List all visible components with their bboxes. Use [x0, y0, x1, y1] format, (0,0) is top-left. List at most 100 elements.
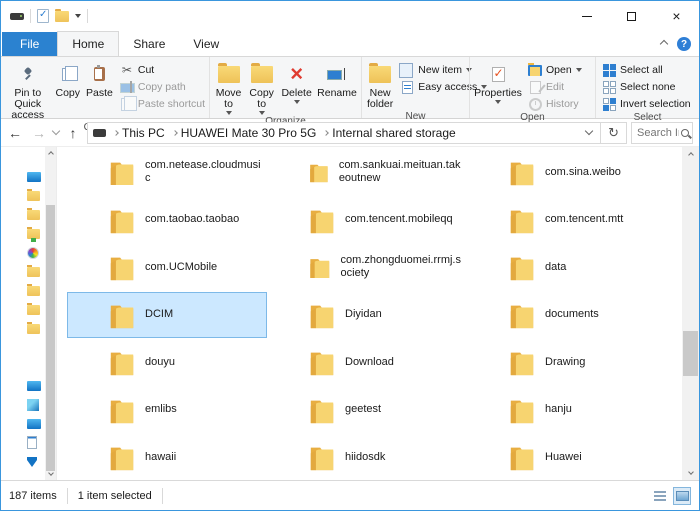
- refresh-button[interactable]: ↻: [600, 123, 626, 143]
- navigation-tree-item[interactable]: [27, 322, 41, 335]
- pin-to-quick-access-button[interactable]: Pin to Quick access: [3, 59, 53, 121]
- minimize-ribbon-icon[interactable]: [660, 40, 668, 48]
- address-dropdown-icon[interactable]: [585, 127, 593, 135]
- folder-tile[interactable]: com.taobao.taobao: [67, 197, 267, 243]
- help-icon[interactable]: ?: [677, 37, 691, 51]
- copy-button[interactable]: Copy: [53, 59, 84, 99]
- checked-window-icon[interactable]: [37, 9, 49, 23]
- navigation-tree-item[interactable]: [27, 151, 41, 164]
- folder-name: com.sankuai.meituan.takeoutnew: [339, 159, 466, 185]
- tab-home[interactable]: Home: [57, 31, 119, 56]
- folder-tile[interactable]: com.tencent.mtt: [467, 197, 667, 243]
- tab-share[interactable]: Share: [119, 32, 179, 56]
- folder-tile[interactable]: com.zhongduomei.rrmj.society: [267, 244, 467, 290]
- navigation-tree-item[interactable]: [27, 436, 41, 449]
- navigation-tree-item[interactable]: [27, 341, 41, 354]
- cut-button[interactable]: ✂ Cut: [120, 63, 205, 77]
- navigation-tree-item[interactable]: [27, 360, 41, 373]
- qat-separator: [87, 9, 88, 23]
- navigation-tree-item[interactable]: [27, 303, 41, 316]
- qat-dropdown-icon[interactable]: [75, 14, 81, 18]
- rename-icon: [327, 68, 347, 80]
- folder-tile[interactable]: documents: [467, 292, 667, 338]
- details-view-button[interactable]: [651, 487, 669, 505]
- breadcrumb-chevron-icon: [323, 130, 329, 136]
- delete-button[interactable]: × Delete: [278, 59, 315, 104]
- new-folder-button[interactable]: New folder: [364, 59, 396, 110]
- content-scrollbar[interactable]: [682, 147, 699, 480]
- search-input[interactable]: [637, 127, 679, 139]
- folder-tile[interactable]: com.UCMobile: [67, 244, 267, 290]
- sidebar-scrollbar-thumb[interactable]: [46, 205, 55, 471]
- navigation-pane[interactable]: [1, 147, 57, 480]
- navigation-tree-item[interactable]: [27, 189, 41, 202]
- folder-tile[interactable]: hawaii: [67, 434, 267, 480]
- drive-icon[interactable]: [10, 13, 24, 20]
- sidebar-scroll-down-icon[interactable]: [47, 474, 54, 475]
- breadcrumb-segment[interactable]: Internal shared storage: [318, 126, 457, 140]
- folder-tile[interactable]: com.tencent.mobileqq: [267, 197, 467, 243]
- navigation-tree-item[interactable]: [27, 246, 41, 259]
- minimize-icon: [582, 16, 592, 17]
- navigation-tree-item[interactable]: [27, 398, 41, 411]
- navigation-tree-item[interactable]: [27, 379, 41, 392]
- folder-name: emlibs: [145, 403, 177, 416]
- close-button[interactable]: ×: [654, 1, 699, 31]
- folder-tile[interactable]: com.netease.cloudmusic: [67, 149, 267, 195]
- rename-button[interactable]: Rename: [315, 59, 359, 99]
- folder-tile[interactable]: data: [467, 244, 667, 290]
- maximize-button[interactable]: [609, 1, 654, 31]
- content-scrollbar-thumb[interactable]: [683, 331, 698, 376]
- file-list[interactable]: com.netease.cloudmusic com.sankuai.meitu…: [57, 147, 699, 480]
- folder-tile[interactable]: douyu: [67, 339, 267, 385]
- navigation-tree-item[interactable]: [27, 227, 41, 240]
- folder-tile[interactable]: hanju: [467, 387, 667, 433]
- titlebar[interactable]: ×: [1, 1, 699, 31]
- folder-tile[interactable]: Drawing: [467, 339, 667, 385]
- breadcrumb[interactable]: This PC HUAWEI Mate 30 Pro 5G Internal s…: [87, 122, 627, 144]
- folder-icon[interactable]: [55, 11, 69, 22]
- copy-to-button[interactable]: Copy to: [245, 59, 278, 115]
- breadcrumb-segment-label: Internal shared storage: [332, 126, 455, 140]
- content-scroll-down-icon[interactable]: [687, 473, 694, 474]
- edit-button[interactable]: Edit: [528, 80, 582, 94]
- copy-path-button[interactable]: Copy path: [120, 80, 205, 94]
- select-none-button[interactable]: Select none: [602, 80, 691, 94]
- sidebar-scroll-up-icon[interactable]: [47, 152, 54, 156]
- folder-tile[interactable]: Download: [267, 339, 467, 385]
- paste-button[interactable]: Paste: [83, 59, 116, 99]
- navigation-tree-item[interactable]: [27, 284, 41, 297]
- navigation-tree-item[interactable]: [27, 417, 41, 430]
- navigation-tree-item[interactable]: [27, 208, 41, 221]
- thumbnails-view-button[interactable]: [673, 487, 691, 505]
- minimize-button[interactable]: [564, 1, 609, 31]
- folder-tile[interactable]: com.sankuai.meituan.takeoutnew: [267, 149, 467, 195]
- content-scroll-up-icon[interactable]: [687, 153, 694, 157]
- tab-file[interactable]: File: [2, 32, 57, 56]
- invert-selection-button[interactable]: Invert selection: [602, 97, 691, 111]
- folder-tile[interactable]: DCIM: [67, 292, 267, 338]
- paste-shortcut-button[interactable]: Paste shortcut: [120, 97, 205, 111]
- breadcrumb-chevron-icon: [172, 130, 178, 136]
- folder-tile[interactable]: com.sina.weibo: [467, 149, 667, 195]
- navigation-tree-icons: [27, 151, 41, 468]
- folder-tile[interactable]: hiidosdk: [267, 434, 467, 480]
- navigation-tree-item[interactable]: [27, 265, 41, 278]
- folder-tile[interactable]: Huawei: [467, 434, 667, 480]
- history-button[interactable]: History: [528, 97, 582, 111]
- move-to-button[interactable]: Move to: [212, 59, 245, 115]
- tab-view[interactable]: View: [179, 32, 233, 56]
- properties-button[interactable]: Properties: [472, 59, 524, 104]
- navigation-tree-item[interactable]: [27, 455, 41, 468]
- open-button[interactable]: Open: [528, 63, 582, 77]
- navigation-tree-item[interactable]: [27, 170, 41, 183]
- select-all-button[interactable]: Select all: [602, 63, 691, 77]
- delete-icon: ×: [290, 63, 303, 85]
- sidebar-scrollbar[interactable]: [45, 147, 56, 480]
- folder-tile[interactable]: Diyidan: [267, 292, 467, 338]
- folder-tile[interactable]: emlibs: [67, 387, 267, 433]
- folder-name: documents: [545, 308, 599, 321]
- folder-tile[interactable]: geetest: [267, 387, 467, 433]
- breadcrumb-segment[interactable]: This PC: [108, 126, 167, 140]
- breadcrumb-segment[interactable]: HUAWEI Mate 30 Pro 5G: [167, 126, 319, 140]
